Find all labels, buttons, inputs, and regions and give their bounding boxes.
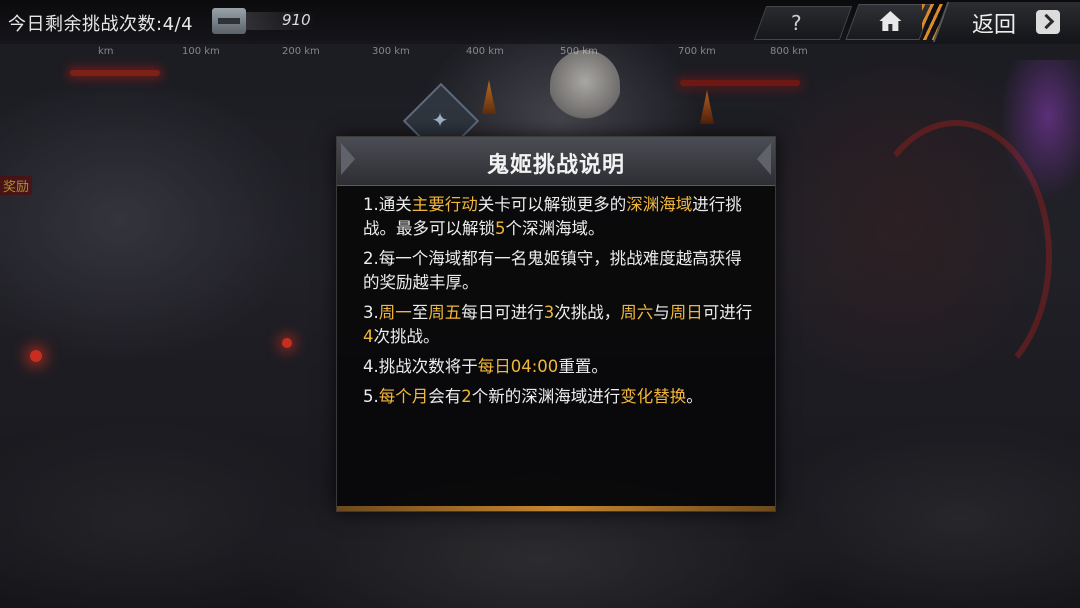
dialog-title: 鬼姬挑战说明 (486, 153, 625, 178)
rule-highlight: 每个月 (378, 387, 429, 406)
dialog-header: 鬼姬挑战说明 (337, 137, 775, 186)
rule-highlight: 周五 (428, 303, 462, 322)
rule-text: 次挑战， (554, 303, 621, 322)
top-hud-bar: 今日剩余挑战次数:4/4 910 ? 返回 (0, 0, 1080, 44)
rule-text: 关卡可以解锁更多的 (477, 195, 627, 214)
rule-text: 次挑战。 (373, 327, 440, 346)
rule-item: 1.通关主要行动关卡可以解锁更多的深渊海域进行挑战。最多可以解锁5个深渊海域。 (363, 193, 755, 241)
distance-tick: 700 km (678, 46, 716, 57)
distance-tick: km (98, 46, 114, 57)
distance-tick: 800 km (770, 46, 808, 57)
rule-highlight: 3 (543, 303, 555, 322)
rule-highlight: 周日 (669, 303, 703, 322)
back-button-label[interactable]: 返回 (972, 7, 1016, 39)
rule-text: 可进行 (702, 303, 753, 322)
rule-item: 5.每个月会有2个新的深渊海域进行变化替换。 (363, 385, 755, 409)
challenges-remaining: 今日剩余挑战次数:4/4 (8, 10, 193, 36)
rule-highlight: 变化替换 (620, 387, 687, 406)
rule-highlight: 4 (363, 327, 374, 346)
rule-text: 个深渊海域。 (505, 219, 605, 238)
distance-tick: 300 km (372, 46, 410, 57)
distance-tick: 500 km (560, 46, 598, 57)
resource-value: 910 (282, 11, 311, 29)
rule-highlight: 2 (461, 387, 472, 406)
rule-text: 与 (653, 303, 670, 322)
challenge-rules-dialog: 鬼姬挑战说明 1.通关主要行动关卡可以解锁更多的深渊海域进行挑战。最多可以解锁5… (336, 136, 776, 512)
home-button[interactable] (845, 4, 933, 40)
rule-highlight: 深渊海域 (626, 195, 693, 214)
help-button[interactable]: ? (753, 6, 853, 40)
home-icon (879, 11, 902, 31)
distance-tick: 100 km (182, 46, 220, 57)
distance-tick: 400 km (466, 46, 504, 57)
rule-highlight: 周一 (378, 303, 412, 322)
rule-text: 。 (686, 387, 703, 406)
rule-text: 1.通关 (363, 195, 412, 214)
rule-text: 5. (363, 387, 379, 406)
rules-list: 1.通关主要行动关卡可以解锁更多的深渊海域进行挑战。最多可以解锁5个深渊海域。 2… (363, 193, 755, 415)
dialog-bottom-border (337, 506, 775, 511)
challenges-remaining-value: 4/4 (162, 14, 194, 35)
rule-text: 3. (363, 303, 379, 322)
rule-item: 3.周一至周五每日可进行3次挑战，周六与周日可进行 4次挑战。 (363, 301, 755, 349)
rule-text: 2.每一个海域都有一名鬼姬镇守，挑战难度越高获得的奖励越丰厚。 (363, 249, 742, 292)
warship-icon (212, 8, 246, 34)
rule-item: 4.挑战次数将于每日04:00重置。 (363, 355, 755, 379)
rule-text: 4.挑战次数将于 (363, 357, 478, 376)
rule-text: 每日可进行 (461, 303, 544, 322)
rule-text: 个新的深渊海域进行 (471, 387, 621, 406)
rule-text: 至 (411, 303, 429, 322)
distance-tick: 200 km (282, 46, 320, 57)
rule-highlight: 主要行动 (411, 195, 478, 214)
rule-item: 2.每一个海域都有一名鬼姬镇守，挑战难度越高获得的奖励越丰厚。 (363, 247, 755, 295)
rule-highlight: 每日04:00 (477, 357, 559, 376)
rule-highlight: 周六 (620, 303, 654, 322)
help-icon: ? (791, 11, 802, 35)
rule-highlight: 5 (495, 219, 506, 238)
rule-text: 会有 (428, 387, 462, 406)
chevron-right-icon[interactable] (1036, 10, 1060, 34)
challenges-remaining-label: 今日剩余挑战次数: (8, 14, 163, 35)
rule-text: 重置。 (558, 357, 608, 376)
